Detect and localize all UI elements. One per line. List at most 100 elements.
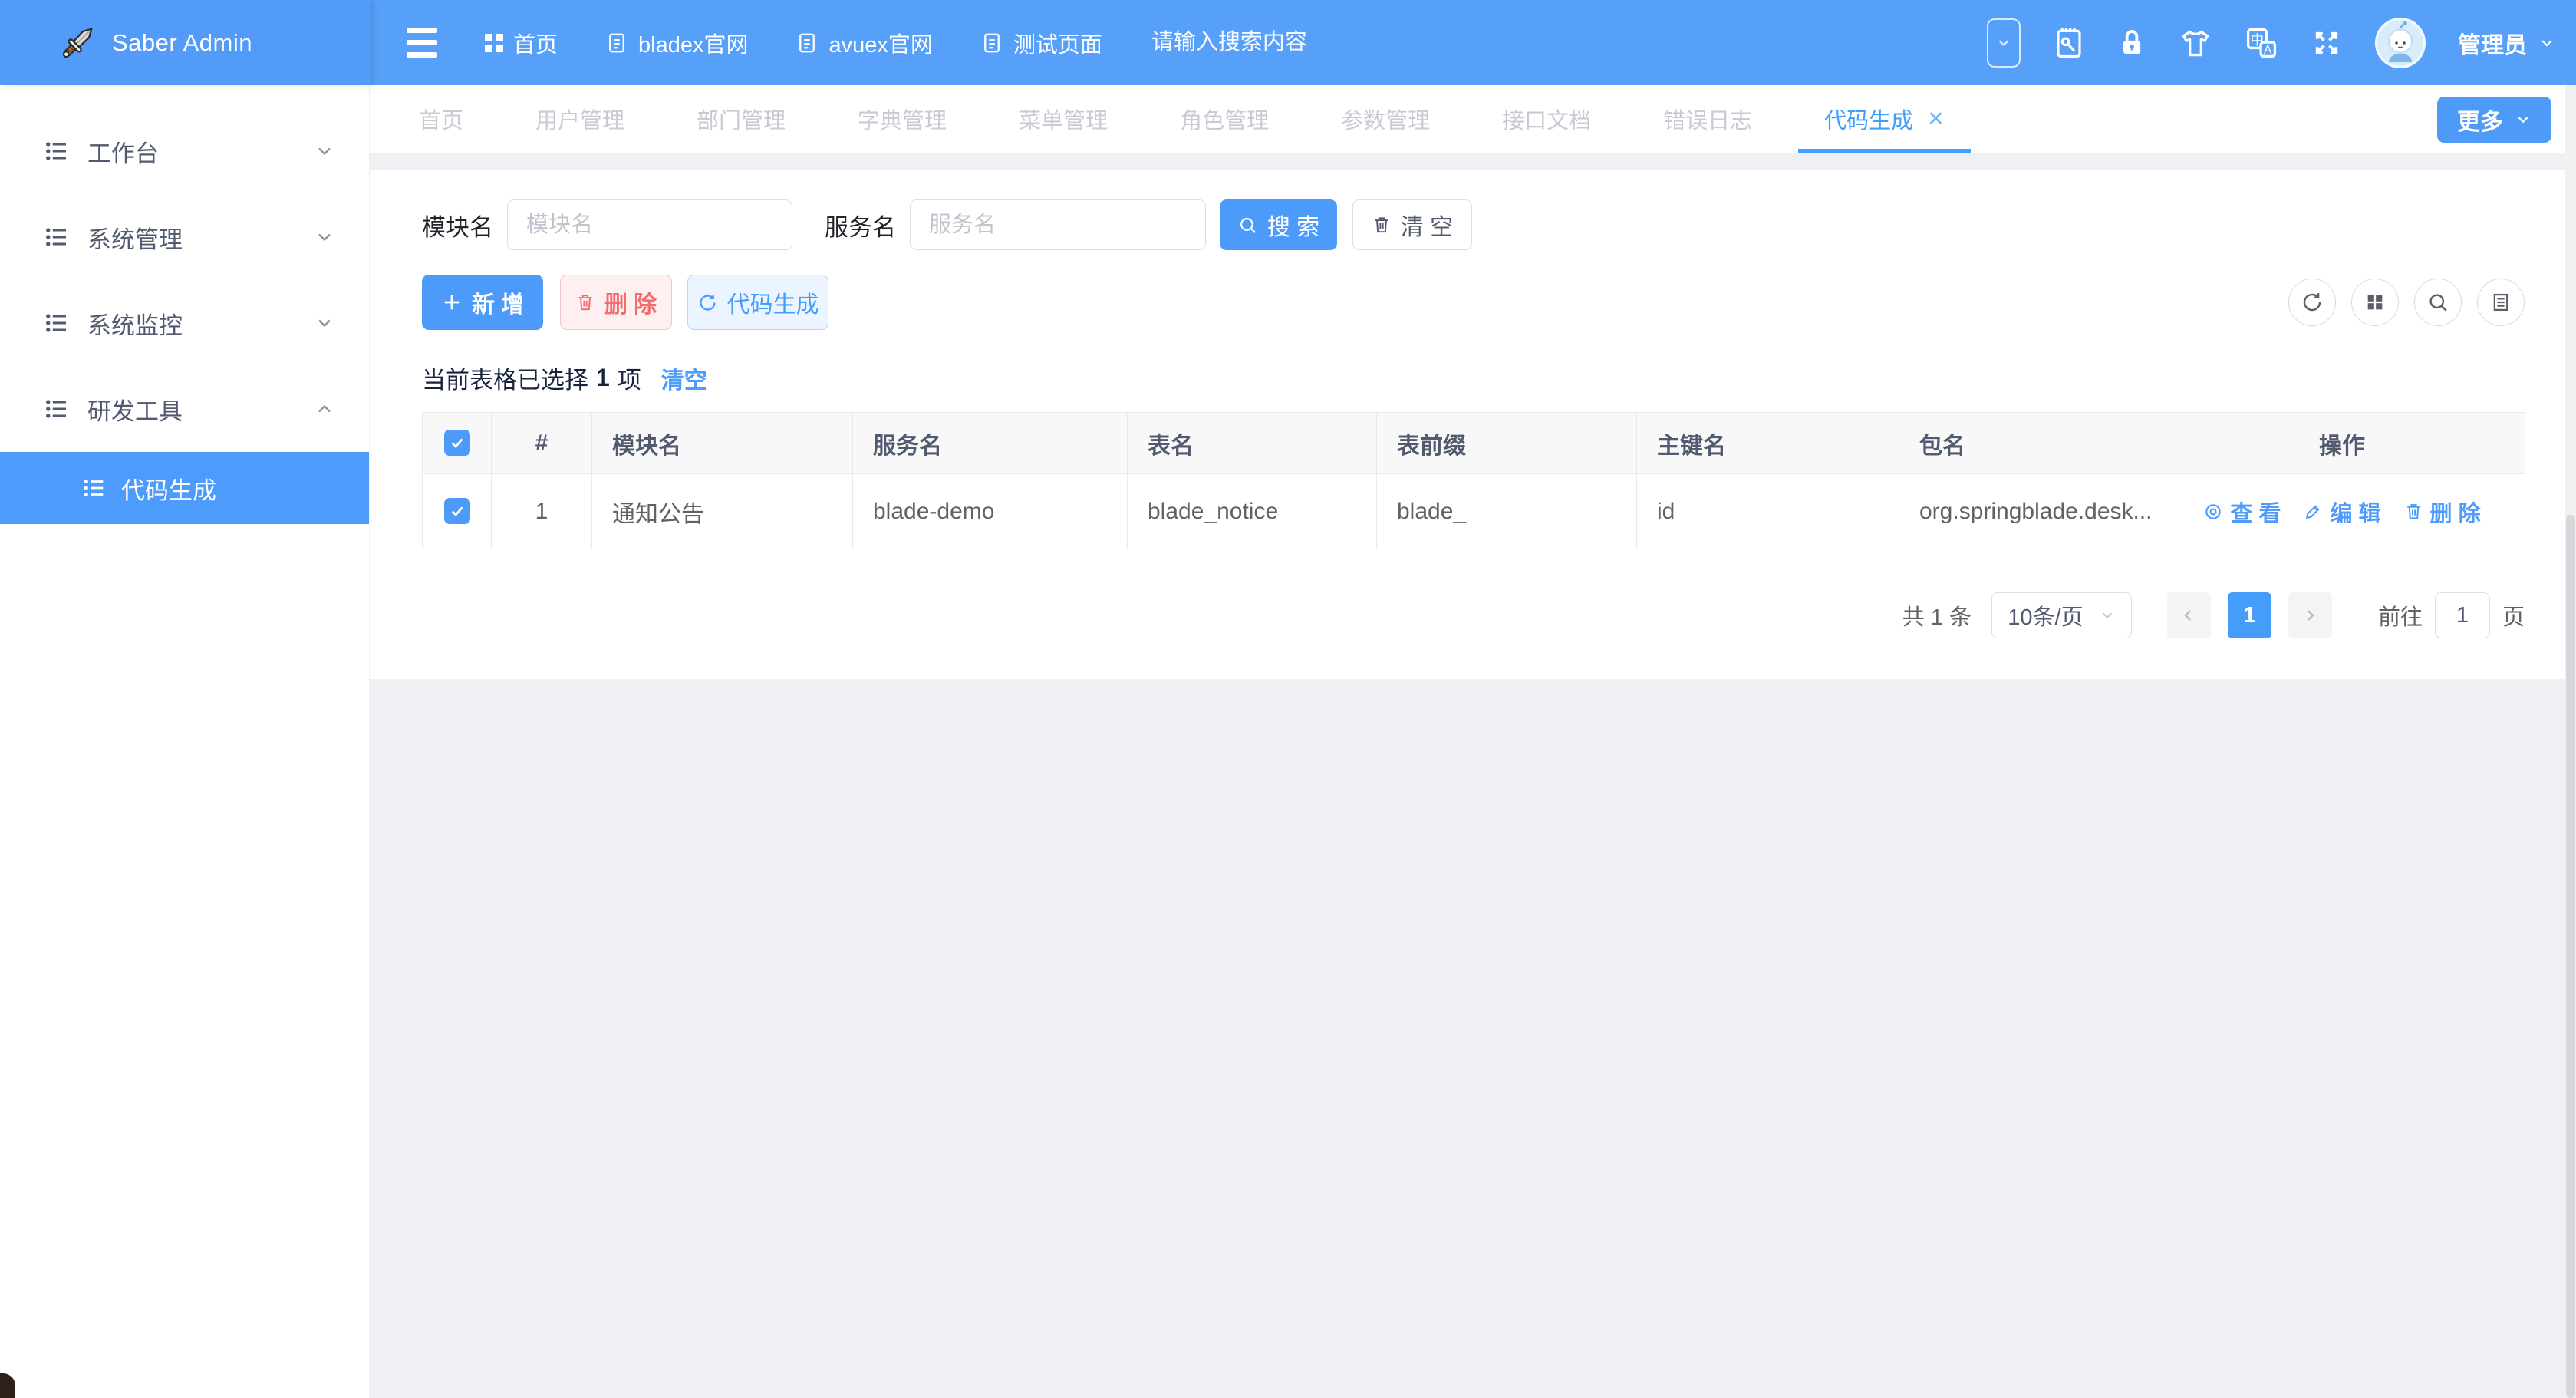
- grid-icon: [485, 34, 503, 52]
- refresh-icon: [2301, 291, 2324, 314]
- edit-link[interactable]: 编 辑: [2304, 496, 2380, 528]
- close-icon[interactable]: ✕: [1927, 107, 1945, 131]
- tab-label: 错误日志: [1663, 103, 1752, 135]
- chevron-down-icon: [314, 312, 335, 334]
- tab-department-management[interactable]: 部门管理: [670, 85, 812, 153]
- column-setting-button[interactable]: [2351, 279, 2399, 326]
- top-menu-label: bladex官网: [638, 27, 748, 59]
- cell-pk: id: [1637, 474, 1899, 549]
- sword-logo-icon: [57, 22, 98, 64]
- add-button-label: 新 增: [472, 285, 524, 319]
- sidebar-item-code-generation[interactable]: 代码生成: [0, 452, 369, 524]
- delete-link[interactable]: 删 除: [2404, 496, 2481, 528]
- user-menu[interactable]: 管理员: [2458, 26, 2556, 60]
- tab-dict-management[interactable]: 字典管理: [832, 85, 973, 153]
- sidebar-item-label: 研发工具: [87, 392, 183, 427]
- refresh-tool-button[interactable]: [2288, 279, 2336, 326]
- current-page-button[interactable]: 1: [2228, 592, 2271, 638]
- next-page-button[interactable]: [2288, 592, 2332, 638]
- top-navbar: Saber Admin 首页 bladex官网 avuex官网 测试页面: [0, 0, 2576, 85]
- column-header-pk[interactable]: 主键名: [1637, 413, 1899, 474]
- tab-error-log[interactable]: 错误日志: [1637, 85, 1778, 153]
- search-toggle-button[interactable]: [2414, 279, 2462, 326]
- chevron-down-icon: [2515, 111, 2532, 128]
- column-header-table[interactable]: 表名: [1128, 413, 1377, 474]
- sidebar-item-dev-tools[interactable]: 研发工具: [0, 366, 369, 452]
- page-size-select[interactable]: 10条/页: [1991, 592, 2132, 638]
- debug-clipboard-icon[interactable]: [2053, 25, 2085, 61]
- column-header-package[interactable]: 包名: [1899, 413, 2159, 474]
- trash-icon: [575, 292, 595, 312]
- chevron-down-icon: [2538, 34, 2556, 52]
- module-name-label: 模块名: [422, 208, 493, 242]
- column-header-service[interactable]: 服务名: [853, 413, 1128, 474]
- delete-button[interactable]: 删 除: [560, 275, 672, 330]
- tab-param-management[interactable]: 参数管理: [1315, 85, 1456, 153]
- lock-icon[interactable]: [2117, 27, 2146, 59]
- page-size-value: 10条/页: [2008, 599, 2083, 631]
- edit-link-label: 编 辑: [2330, 496, 2380, 528]
- sidebar-item-system-management[interactable]: 系统管理: [0, 194, 369, 280]
- list-view-button[interactable]: [2477, 279, 2525, 326]
- vertical-scrollbar[interactable]: [2565, 85, 2576, 1398]
- check-icon: [449, 434, 466, 451]
- row-operations: 查 看 编 辑 删 除: [2159, 496, 2525, 528]
- service-name-input[interactable]: [910, 199, 1206, 250]
- tab-home[interactable]: 首页: [393, 85, 489, 153]
- column-header-index[interactable]: #: [492, 413, 592, 474]
- fullscreen-icon[interactable]: [2311, 27, 2343, 59]
- column-header-ops[interactable]: 操作: [2159, 413, 2525, 474]
- top-collapse-button[interactable]: [1987, 18, 2021, 68]
- language-translate-icon[interactable]: 中 A: [2245, 26, 2278, 60]
- refresh-icon: [697, 292, 718, 313]
- content-card: 模块名 服务名 搜 索 清 空 新 增 删 除: [370, 170, 2565, 679]
- edit-pencil-icon: [2304, 502, 2323, 521]
- column-header-module[interactable]: 模块名: [592, 413, 853, 474]
- main-area: 首页 用户管理 部门管理 字典管理 菜单管理 角色管理 参数管理 接口文档 错误…: [370, 85, 2565, 1398]
- theme-shirt-icon[interactable]: [2179, 27, 2212, 59]
- add-button[interactable]: 新 增: [422, 275, 543, 330]
- cell-module: 通知公告: [592, 474, 853, 549]
- sidebar-collapse-button[interactable]: [407, 28, 437, 58]
- tab-label: 菜单管理: [1019, 103, 1108, 135]
- row-checkbox[interactable]: [444, 498, 470, 524]
- tab-menu-management[interactable]: 菜单管理: [993, 85, 1134, 153]
- table-header-row: # 模块名 服务名 表名 表前缀 主键名 包名 操作: [423, 413, 2525, 474]
- top-menu-avuex[interactable]: avuex官网: [796, 27, 932, 59]
- global-search: [1151, 30, 1481, 55]
- sidebar-item-system-monitor[interactable]: 系统监控: [0, 280, 369, 366]
- selection-clear-link[interactable]: 清空: [661, 361, 707, 395]
- top-menu-testpage[interactable]: 测试页面: [980, 27, 1102, 59]
- column-header-prefix[interactable]: 表前缀: [1377, 413, 1637, 474]
- tab-code-generation[interactable]: 代码生成 ✕: [1798, 85, 1971, 153]
- tab-user-management[interactable]: 用户管理: [509, 85, 651, 153]
- global-search-input[interactable]: [1151, 30, 1481, 55]
- list-icon: [81, 475, 107, 501]
- clear-button[interactable]: 清 空: [1352, 199, 1472, 250]
- delete-button-label: 删 除: [604, 285, 657, 319]
- code-generate-button[interactable]: 代码生成: [687, 275, 828, 330]
- tab-role-management[interactable]: 角色管理: [1154, 85, 1295, 153]
- user-avatar[interactable]: [2375, 18, 2426, 68]
- grid-icon: [2364, 292, 2386, 313]
- tab-label: 首页: [419, 103, 463, 135]
- cell-index: 1: [492, 474, 592, 549]
- tab-api-docs[interactable]: 接口文档: [1476, 85, 1617, 153]
- more-tabs-button[interactable]: 更多: [2437, 97, 2551, 143]
- sidebar-item-workbench[interactable]: 工作台: [0, 108, 369, 194]
- top-menu-bladex[interactable]: bladex官网: [605, 27, 748, 59]
- view-link[interactable]: 查 看: [2203, 496, 2281, 528]
- scrollbar-thumb[interactable]: [2566, 515, 2575, 1398]
- module-name-input[interactable]: [507, 199, 792, 250]
- view-link-label: 查 看: [2230, 496, 2281, 528]
- prev-page-button[interactable]: [2167, 592, 2211, 638]
- select-all-checkbox[interactable]: [444, 430, 470, 456]
- plus-icon: [441, 292, 463, 313]
- list-icon: [43, 395, 71, 423]
- chevron-right-icon: [2301, 606, 2319, 625]
- table-row[interactable]: 1 通知公告 blade-demo blade_notice blade_ id…: [423, 474, 2525, 549]
- goto-page-input[interactable]: [2435, 592, 2490, 638]
- top-menu-home[interactable]: 首页: [485, 27, 558, 59]
- search-button[interactable]: 搜 索: [1220, 199, 1337, 250]
- pagination: 共 1 条 10条/页 1 前往 页: [422, 592, 2525, 638]
